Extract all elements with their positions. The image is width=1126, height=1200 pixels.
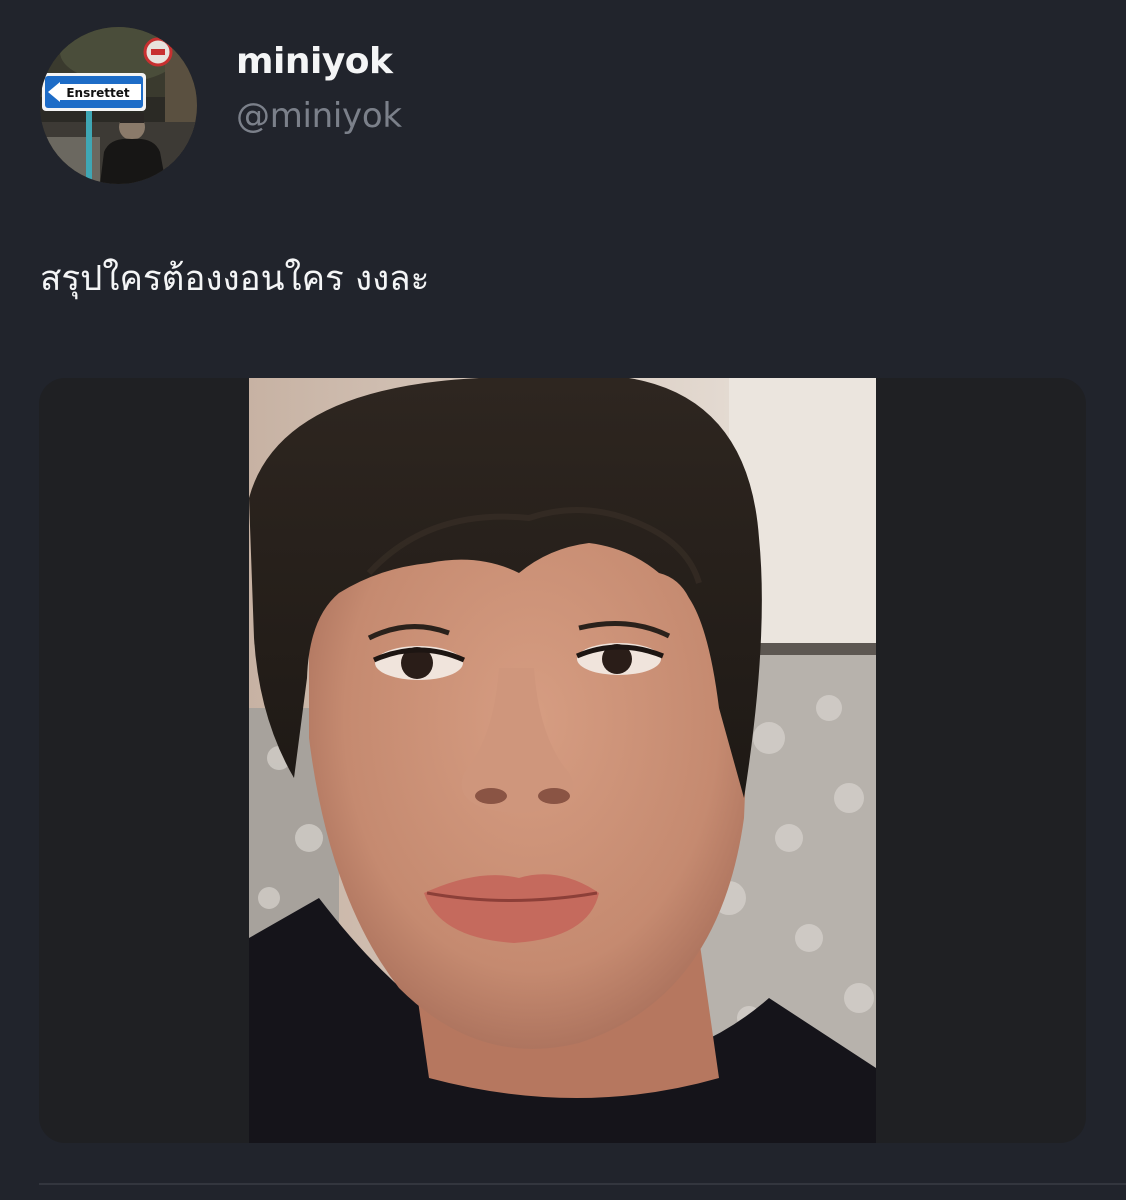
display-name[interactable]: miniyok xyxy=(236,40,393,84)
divider xyxy=(39,1183,1126,1185)
sign-text: Ensrettet xyxy=(66,86,130,100)
user-handle[interactable]: @miniyok xyxy=(236,96,402,136)
selfie-photo[interactable] xyxy=(249,378,876,1143)
avatar[interactable]: Ensrettet xyxy=(40,27,197,184)
tweet-text: สรุปใครต้องงอนใคร งงละ xyxy=(40,259,430,299)
tweet-media[interactable] xyxy=(39,378,1086,1143)
tweet-card: Ensrettet miniyok @miniyok สรุปใครต้องงอ… xyxy=(0,0,1126,1200)
avatar-photo: Ensrettet xyxy=(40,27,197,184)
selfie-image xyxy=(249,378,876,1143)
